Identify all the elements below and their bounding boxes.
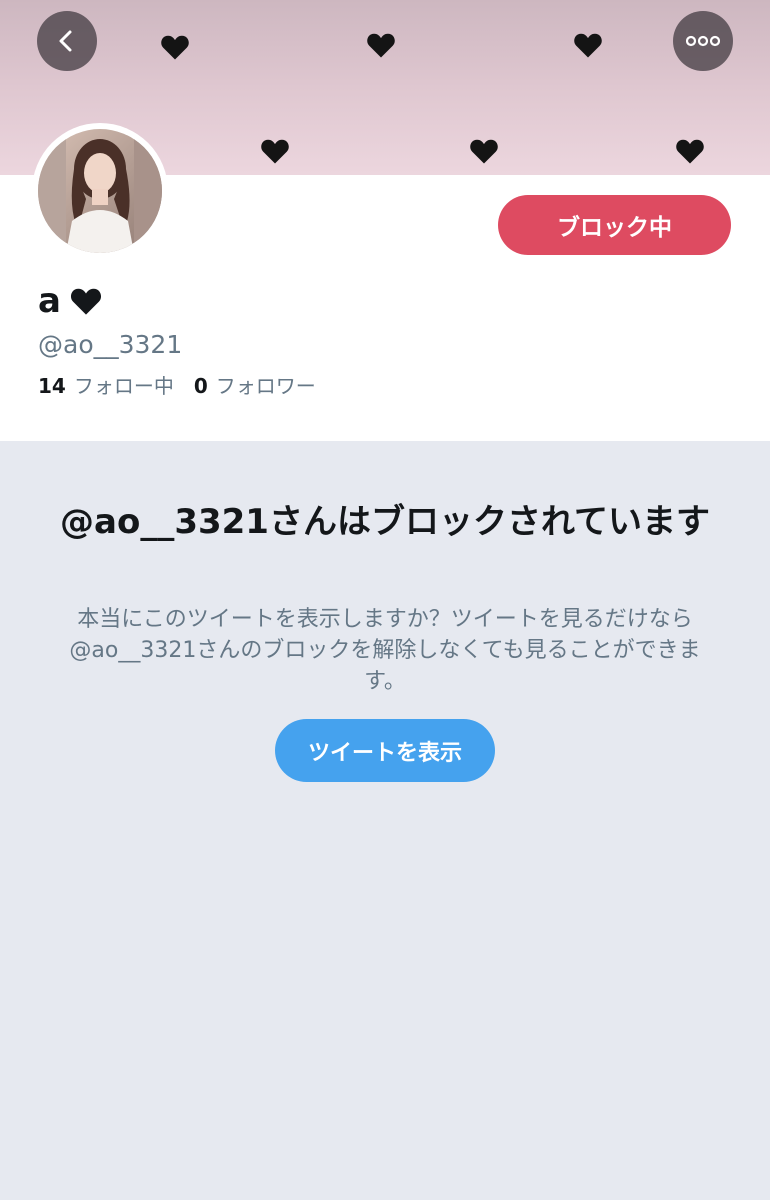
blocked-notice-title: @ao__3321さんはブロックされています: [60, 502, 710, 542]
following-count[interactable]: 14: [38, 374, 66, 398]
profile-name-row: a: [38, 278, 103, 324]
back-button[interactable]: [37, 11, 97, 71]
chevron-left-icon: [59, 30, 72, 52]
follow-stats: 14 フォロー中 0 フォロワー: [38, 370, 316, 399]
show-tweets-button[interactable]: ツイートを表示: [275, 719, 495, 782]
heart-icon: [470, 139, 498, 164]
heart-icon: [676, 139, 704, 164]
followers-count[interactable]: 0: [194, 374, 208, 398]
heart-icon: [367, 33, 395, 58]
display-name: a: [38, 281, 61, 321]
blocked-notice-description: 本当にこのツイートを表示しますか？ツイートを見るだけなら@ao__3321さんの…: [69, 607, 701, 694]
followers-label[interactable]: フォロワー: [216, 370, 316, 399]
more-options-button[interactable]: [673, 11, 733, 71]
avatar[interactable]: [38, 129, 162, 253]
heart-icon: [261, 139, 289, 164]
avatar-image: [38, 129, 162, 253]
heart-icon: [574, 33, 602, 58]
blocked-button[interactable]: ブロック中: [498, 195, 731, 255]
following-label[interactable]: フォロー中: [74, 370, 174, 399]
heart-icon: [161, 35, 189, 60]
more-dots-icon: [686, 35, 720, 47]
heart-icon: [70, 288, 101, 315]
profile-handle: @ao__3321: [38, 330, 183, 359]
